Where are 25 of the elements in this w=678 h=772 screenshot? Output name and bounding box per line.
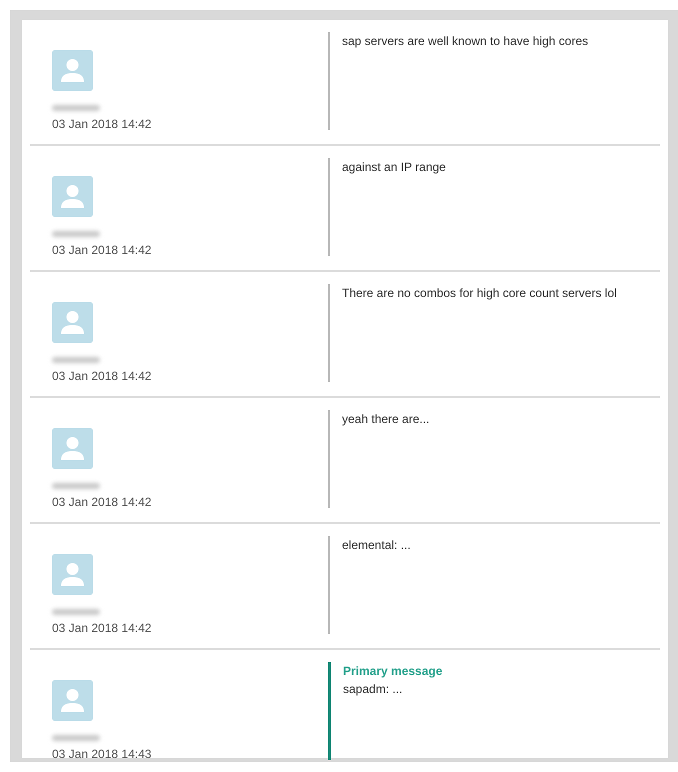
blurred-username <box>52 105 100 111</box>
message-text: There are no combos for high core count servers lol <box>342 286 618 300</box>
message-text: sapadm: ... <box>343 682 404 696</box>
avatar-icon <box>52 428 93 469</box>
message-text: yeah there are... <box>342 412 430 426</box>
blurred-username <box>52 609 100 615</box>
blurred-username <box>52 357 100 363</box>
timestamp: 03 Jan 2018 14:42 <box>52 495 152 509</box>
primary-label: Primary message <box>343 664 444 678</box>
blurred-username <box>52 735 100 741</box>
timestamp: 03 Jan 2018 14:42 <box>52 369 152 383</box>
avatar-icon <box>52 680 93 721</box>
message-text: sap servers are well known to have high cores <box>342 34 590 48</box>
timestamp: 03 Jan 2018 14:42 <box>52 243 152 257</box>
timestamp: 03 Jan 2018 14:42 <box>52 117 152 131</box>
timestamp: 03 Jan 2018 14:42 <box>52 621 152 635</box>
avatar-icon <box>52 176 93 217</box>
timestamp: 03 Jan 2018 14:43 <box>52 747 152 761</box>
avatar-icon <box>52 554 93 595</box>
message-text: elemental: ... <box>342 538 412 552</box>
avatar-icon <box>52 50 93 91</box>
message-text: against an IP range <box>342 160 447 174</box>
blurred-username <box>52 483 100 489</box>
avatar-icon <box>52 302 93 343</box>
blurred-username <box>52 231 100 237</box>
